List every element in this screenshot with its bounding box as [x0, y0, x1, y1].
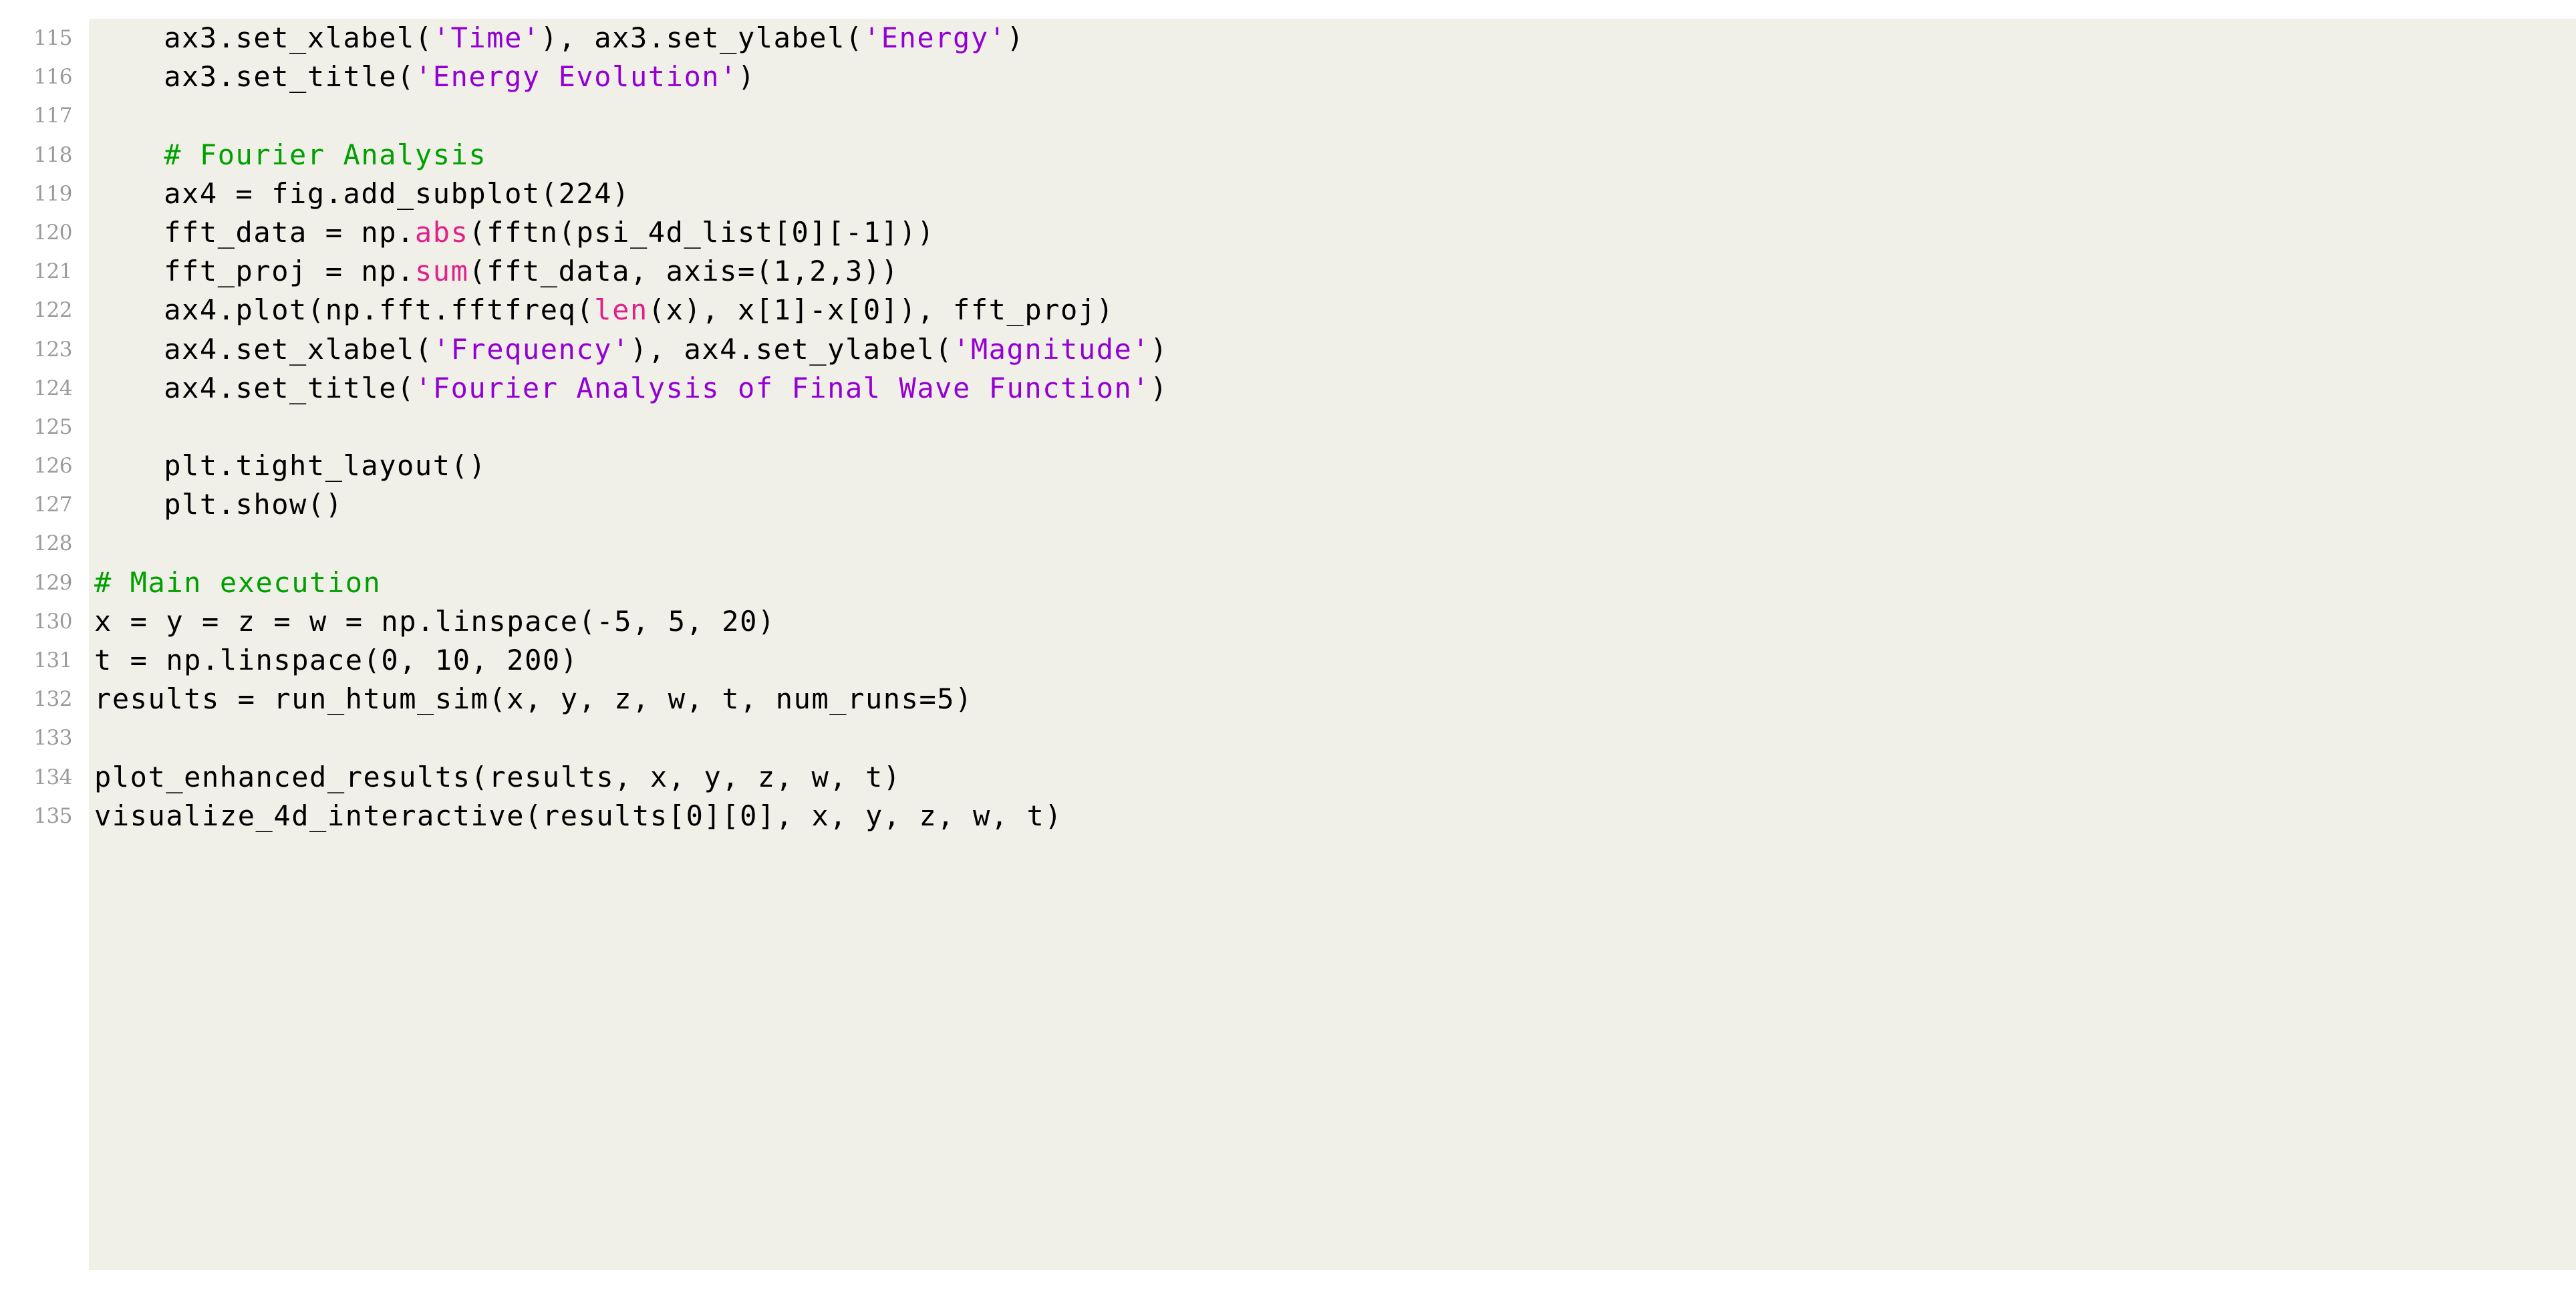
- code-line: 124 ax4.set_title('Fourier Analysis of Fi…: [0, 369, 2576, 408]
- code-line-source: ax3.set_xlabel('Time'), ax3.set_ylabel('…: [164, 19, 1024, 57]
- code-token-com: # Fourier Analysis: [164, 138, 487, 171]
- line-number: 127: [33, 493, 72, 517]
- code-line: 131 t = np.linspace(0, 10, 200): [0, 641, 2576, 680]
- code-line: 127 plt.show(): [0, 485, 2576, 524]
- code-line: 115 ax3.set_xlabel('Time'), ax3.set_ylabe…: [0, 19, 2576, 57]
- code-token-def: (fft_data, axis=(1,2,3)): [468, 255, 899, 288]
- line-number: 116: [33, 65, 72, 90]
- code-token-def: x = y = z = w = np.linspace(-5, 5, 20): [94, 604, 776, 638]
- code-line-source: # Fourier Analysis: [164, 136, 486, 174]
- code-token-def: fft_proj = np.: [164, 255, 415, 288]
- code-lines-container: 115 ax3.set_xlabel('Time'), ax3.set_ylabe…: [0, 19, 2576, 835]
- line-number: 135: [33, 803, 72, 828]
- line-number: 132: [33, 687, 72, 712]
- code-token-def: ), ax4.set_ylabel(: [629, 332, 953, 366]
- code-line-source: plot_enhanced_results(results, x, y, z, …: [94, 758, 901, 797]
- line-number: 125: [33, 414, 72, 439]
- line-number: 121: [33, 259, 72, 284]
- code-line: 120 fft_data = np.abs(fftn(psi_4d_list[0]…: [0, 213, 2576, 252]
- line-number: 133: [33, 726, 72, 751]
- code-token-def: ): [1150, 332, 1169, 366]
- code-token-def: fft_data = np.: [164, 215, 415, 249]
- code-line-source: plt.show(): [164, 485, 343, 524]
- code-token-def: visualize_4d_interactive(results[0][0], …: [94, 799, 1063, 832]
- code-line: 116 ax3.set_title('Energy Evolution'): [0, 57, 2576, 96]
- code-line-source: ax4 = fig.add_subplot(224): [164, 174, 630, 213]
- line-number: 123: [33, 337, 72, 362]
- code-line: 121 fft_proj = np.sum(fft_data, axis=(1,2…: [0, 252, 2576, 291]
- code-token-str: 'Frequency': [432, 332, 630, 366]
- code-line: 118 # Fourier Analysis: [0, 136, 2576, 174]
- code-line-source: x = y = z = w = np.linspace(-5, 5, 20): [94, 602, 776, 641]
- code-line: 123 ax4.set_xlabel('Frequency'), ax4.set_…: [0, 330, 2576, 369]
- line-number: 118: [33, 142, 72, 167]
- line-number: 119: [33, 181, 72, 206]
- code-line: 135 visualize_4d_interactive(results[0][0…: [0, 797, 2576, 835]
- code-line-source: # Main execution: [94, 563, 381, 602]
- line-number: 117: [33, 104, 72, 128]
- code-token-def: ): [1006, 21, 1025, 54]
- code-token-str: 'Fourier Analysis of Final Wave Function…: [414, 371, 1151, 404]
- code-line-source: fft_data = np.abs(fftn(psi_4d_list[0][-1…: [164, 213, 935, 252]
- code-token-def: ax4.plot(np.fft.fftfreq(: [164, 293, 595, 327]
- code-token-str: 'Magnitude': [953, 332, 1151, 366]
- code-line: 134 plot_enhanced_results(results, x, y, …: [0, 758, 2576, 797]
- line-number: 120: [33, 220, 72, 245]
- line-number: 131: [33, 648, 72, 672]
- code-listing: 115 ax3.set_xlabel('Time'), ax3.set_ylabe…: [0, 0, 2576, 1296]
- code-token-com: # Main execution: [94, 565, 382, 599]
- code-token-bif: len: [594, 293, 648, 327]
- code-line-source: fft_proj = np.sum(fft_data, axis=(1,2,3)…: [164, 252, 899, 291]
- code-line: 119 ax4 = fig.add_subplot(224): [0, 174, 2576, 213]
- line-number: 134: [33, 765, 72, 789]
- code-token-def: (x), x[1]-x[0]), fft_proj): [648, 293, 1115, 327]
- code-token-def: plot_enhanced_results(results, x, y, z, …: [94, 760, 901, 793]
- code-token-bif: sum: [414, 255, 469, 288]
- code-token-def: results = run_htum_sim(x, y, z, w, t, nu…: [94, 682, 973, 716]
- code-token-str: 'Energy': [863, 21, 1007, 54]
- code-token-def: ): [737, 60, 756, 94]
- code-token-def: plt.tight_layout(): [164, 449, 487, 483]
- code-token-bif: abs: [414, 215, 469, 249]
- line-number: 115: [33, 26, 72, 50]
- code-line-source: t = np.linspace(0, 10, 200): [94, 641, 579, 680]
- code-token-def: ax4.set_title(: [164, 371, 415, 404]
- code-line: 126 plt.tight_layout(): [0, 446, 2576, 485]
- code-token-def: ax4.set_xlabel(: [164, 332, 433, 366]
- code-token-def: ax3.set_xlabel(: [164, 21, 433, 54]
- code-line: 117: [0, 96, 2576, 135]
- line-number: 128: [33, 531, 72, 556]
- line-number: 124: [33, 376, 72, 400]
- code-token-def: ): [1150, 371, 1169, 404]
- code-line-source: ax4.set_title('Fourier Analysis of Final…: [164, 369, 1168, 408]
- code-line: 133: [0, 719, 2576, 757]
- code-token-def: (fftn(psi_4d_list[0][-1])): [468, 215, 936, 249]
- code-token-def: ax3.set_title(: [164, 60, 415, 94]
- code-line-source: results = run_htum_sim(x, y, z, w, t, nu…: [94, 680, 973, 719]
- code-line: 130 x = y = z = w = np.linspace(-5, 5, 20…: [0, 602, 2576, 641]
- code-line-source: ax4.set_xlabel('Frequency'), ax4.set_yla…: [164, 330, 1168, 369]
- code-line-source: ax4.plot(np.fft.fftfreq(len(x), x[1]-x[0…: [164, 291, 1114, 330]
- code-line-source: ax3.set_title('Energy Evolution'): [164, 57, 756, 96]
- code-token-def: t = np.linspace(0, 10, 200): [94, 644, 579, 676]
- line-number: 130: [33, 609, 72, 634]
- code-token-def: ax4 = fig.add_subplot(224): [164, 176, 630, 210]
- code-line-source: visualize_4d_interactive(results[0][0], …: [94, 797, 1062, 835]
- line-number: 129: [33, 570, 72, 595]
- line-number: 122: [33, 298, 72, 323]
- code-token-def: ), ax3.set_ylabel(: [540, 21, 863, 54]
- code-line: 132 results = run_htum_sim(x, y, z, w, t,…: [0, 680, 2576, 719]
- code-line: 122 ax4.plot(np.fft.fftfreq(len(x), x[1]-…: [0, 291, 2576, 330]
- code-line-source: plt.tight_layout(): [164, 446, 486, 485]
- line-number: 126: [33, 454, 72, 479]
- code-line: 129 # Main execution: [0, 563, 2576, 602]
- code-line: 125: [0, 408, 2576, 446]
- code-line: 128: [0, 524, 2576, 563]
- code-token-str: 'Time': [432, 21, 541, 54]
- code-token-str: 'Energy Evolution': [414, 60, 738, 94]
- code-token-def: plt.show(): [164, 488, 343, 521]
